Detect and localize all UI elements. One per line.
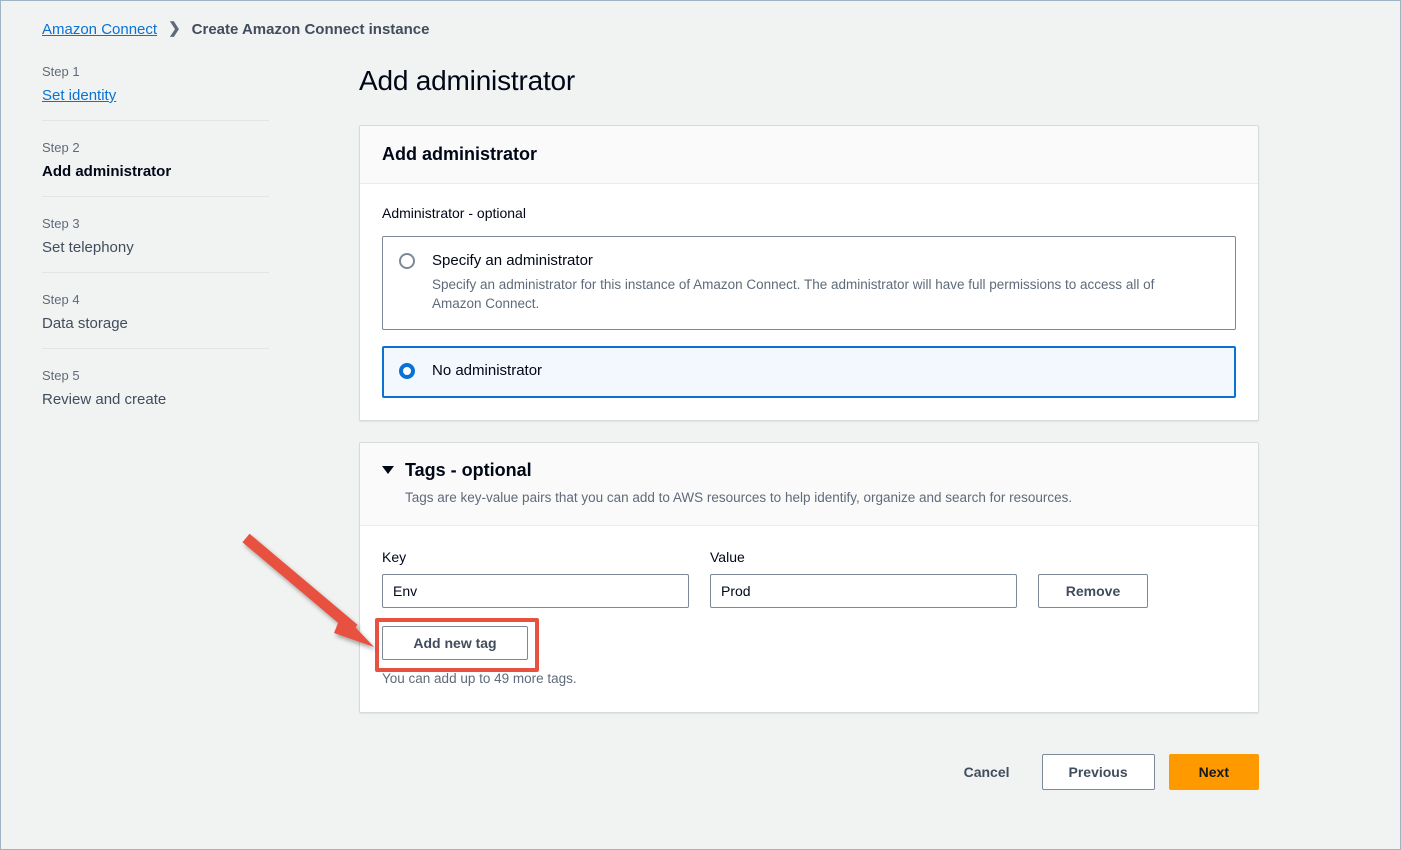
tags-expand-toggle[interactable]: Tags - optional bbox=[382, 459, 1238, 481]
wizard-step-2[interactable]: Step 2 Add administrator bbox=[42, 120, 269, 196]
breadcrumb-separator-icon: ❯ bbox=[168, 21, 181, 36]
radio-option-specify-administrator-label: Specify an administrator bbox=[432, 252, 593, 269]
tags-limit-hint: You can add up to 49 more tags. bbox=[382, 670, 1236, 688]
wizard-steps-navigation: Step 1 Set identity Step 2 Add administr… bbox=[42, 63, 269, 424]
tags-card-title: Tags - optional bbox=[405, 459, 532, 481]
tag-value-column: Value bbox=[710, 548, 1017, 608]
wizard-step-2-label: Add administrator bbox=[42, 162, 269, 181]
add-new-tag-button[interactable]: Add new tag bbox=[382, 626, 528, 660]
wizard-step-4[interactable]: Step 4 Data storage bbox=[42, 272, 269, 348]
page-title: Add administrator bbox=[359, 63, 1259, 99]
administrator-field-label: Administrator - optional bbox=[382, 204, 1236, 222]
wizard-step-1-number: Step 1 bbox=[42, 63, 269, 80]
tags-card: Tags - optional Tags are key-value pairs… bbox=[359, 442, 1259, 713]
tags-card-description: Tags are key-value pairs that you can ad… bbox=[405, 489, 1238, 507]
breadcrumb-link-amazon-connect[interactable]: Amazon Connect bbox=[42, 21, 157, 38]
add-new-tag-wrapper: Add new tag bbox=[382, 626, 528, 660]
add-administrator-card: Add administrator Administrator - option… bbox=[359, 125, 1259, 421]
wizard-step-3-number: Step 3 bbox=[42, 215, 269, 232]
wizard-step-2-number: Step 2 bbox=[42, 139, 269, 156]
radio-option-specify-administrator[interactable]: Specify an administrator Specify an admi… bbox=[382, 236, 1236, 330]
wizard-step-4-number: Step 4 bbox=[42, 291, 269, 308]
wizard-step-4-label: Data storage bbox=[42, 314, 269, 333]
tag-action-column: Remove bbox=[1038, 574, 1148, 608]
wizard-step-5[interactable]: Step 5 Review and create bbox=[42, 348, 269, 424]
wizard-step-3[interactable]: Step 3 Set telephony bbox=[42, 196, 269, 272]
tag-value-label: Value bbox=[710, 548, 1017, 566]
main-content: Add administrator Add administrator Admi… bbox=[359, 63, 1259, 713]
wizard-step-5-label: Review and create bbox=[42, 390, 269, 409]
tag-key-label: Key bbox=[382, 548, 689, 566]
radio-unselected-icon[interactable] bbox=[399, 253, 415, 269]
radio-option-specify-administrator-description: Specify an administrator for this instan… bbox=[432, 275, 1192, 313]
wizard-step-1-label[interactable]: Set identity bbox=[42, 86, 269, 105]
radio-selected-icon[interactable] bbox=[399, 363, 415, 379]
remove-tag-button[interactable]: Remove bbox=[1038, 574, 1148, 608]
chevron-down-icon[interactable] bbox=[382, 466, 394, 474]
tags-card-header: Tags - optional Tags are key-value pairs… bbox=[360, 443, 1258, 526]
wizard-step-5-number: Step 5 bbox=[42, 367, 269, 384]
radio-option-no-administrator-text: No administrator bbox=[432, 361, 1219, 381]
radio-option-no-administrator[interactable]: No administrator bbox=[382, 346, 1236, 398]
wizard-step-1[interactable]: Step 1 Set identity bbox=[42, 63, 269, 120]
add-administrator-card-title: Add administrator bbox=[382, 143, 1238, 165]
tag-key-input[interactable] bbox=[382, 574, 689, 608]
breadcrumb-current: Create Amazon Connect instance bbox=[192, 21, 430, 38]
cancel-button[interactable]: Cancel bbox=[951, 755, 1023, 789]
tags-card-body: Key Value Remove Add new tag You can bbox=[360, 526, 1258, 712]
aws-console-page: Amazon Connect ❯ Create Amazon Connect i… bbox=[0, 0, 1401, 850]
next-button[interactable]: Next bbox=[1169, 754, 1259, 790]
wizard-step-3-label: Set telephony bbox=[42, 238, 269, 257]
radio-option-specify-administrator-text: Specify an administrator Specify an admi… bbox=[432, 251, 1219, 313]
add-administrator-card-body: Administrator - optional Specify an admi… bbox=[360, 184, 1258, 420]
tag-key-column: Key bbox=[382, 548, 689, 608]
wizard-footer-actions: Cancel Previous Next bbox=[359, 754, 1259, 790]
breadcrumb: Amazon Connect ❯ Create Amazon Connect i… bbox=[42, 21, 430, 38]
tag-row: Key Value Remove bbox=[382, 548, 1236, 608]
radio-option-no-administrator-label: No administrator bbox=[432, 362, 542, 379]
previous-button[interactable]: Previous bbox=[1042, 754, 1155, 790]
add-administrator-card-header: Add administrator bbox=[360, 126, 1258, 184]
tag-value-input[interactable] bbox=[710, 574, 1017, 608]
